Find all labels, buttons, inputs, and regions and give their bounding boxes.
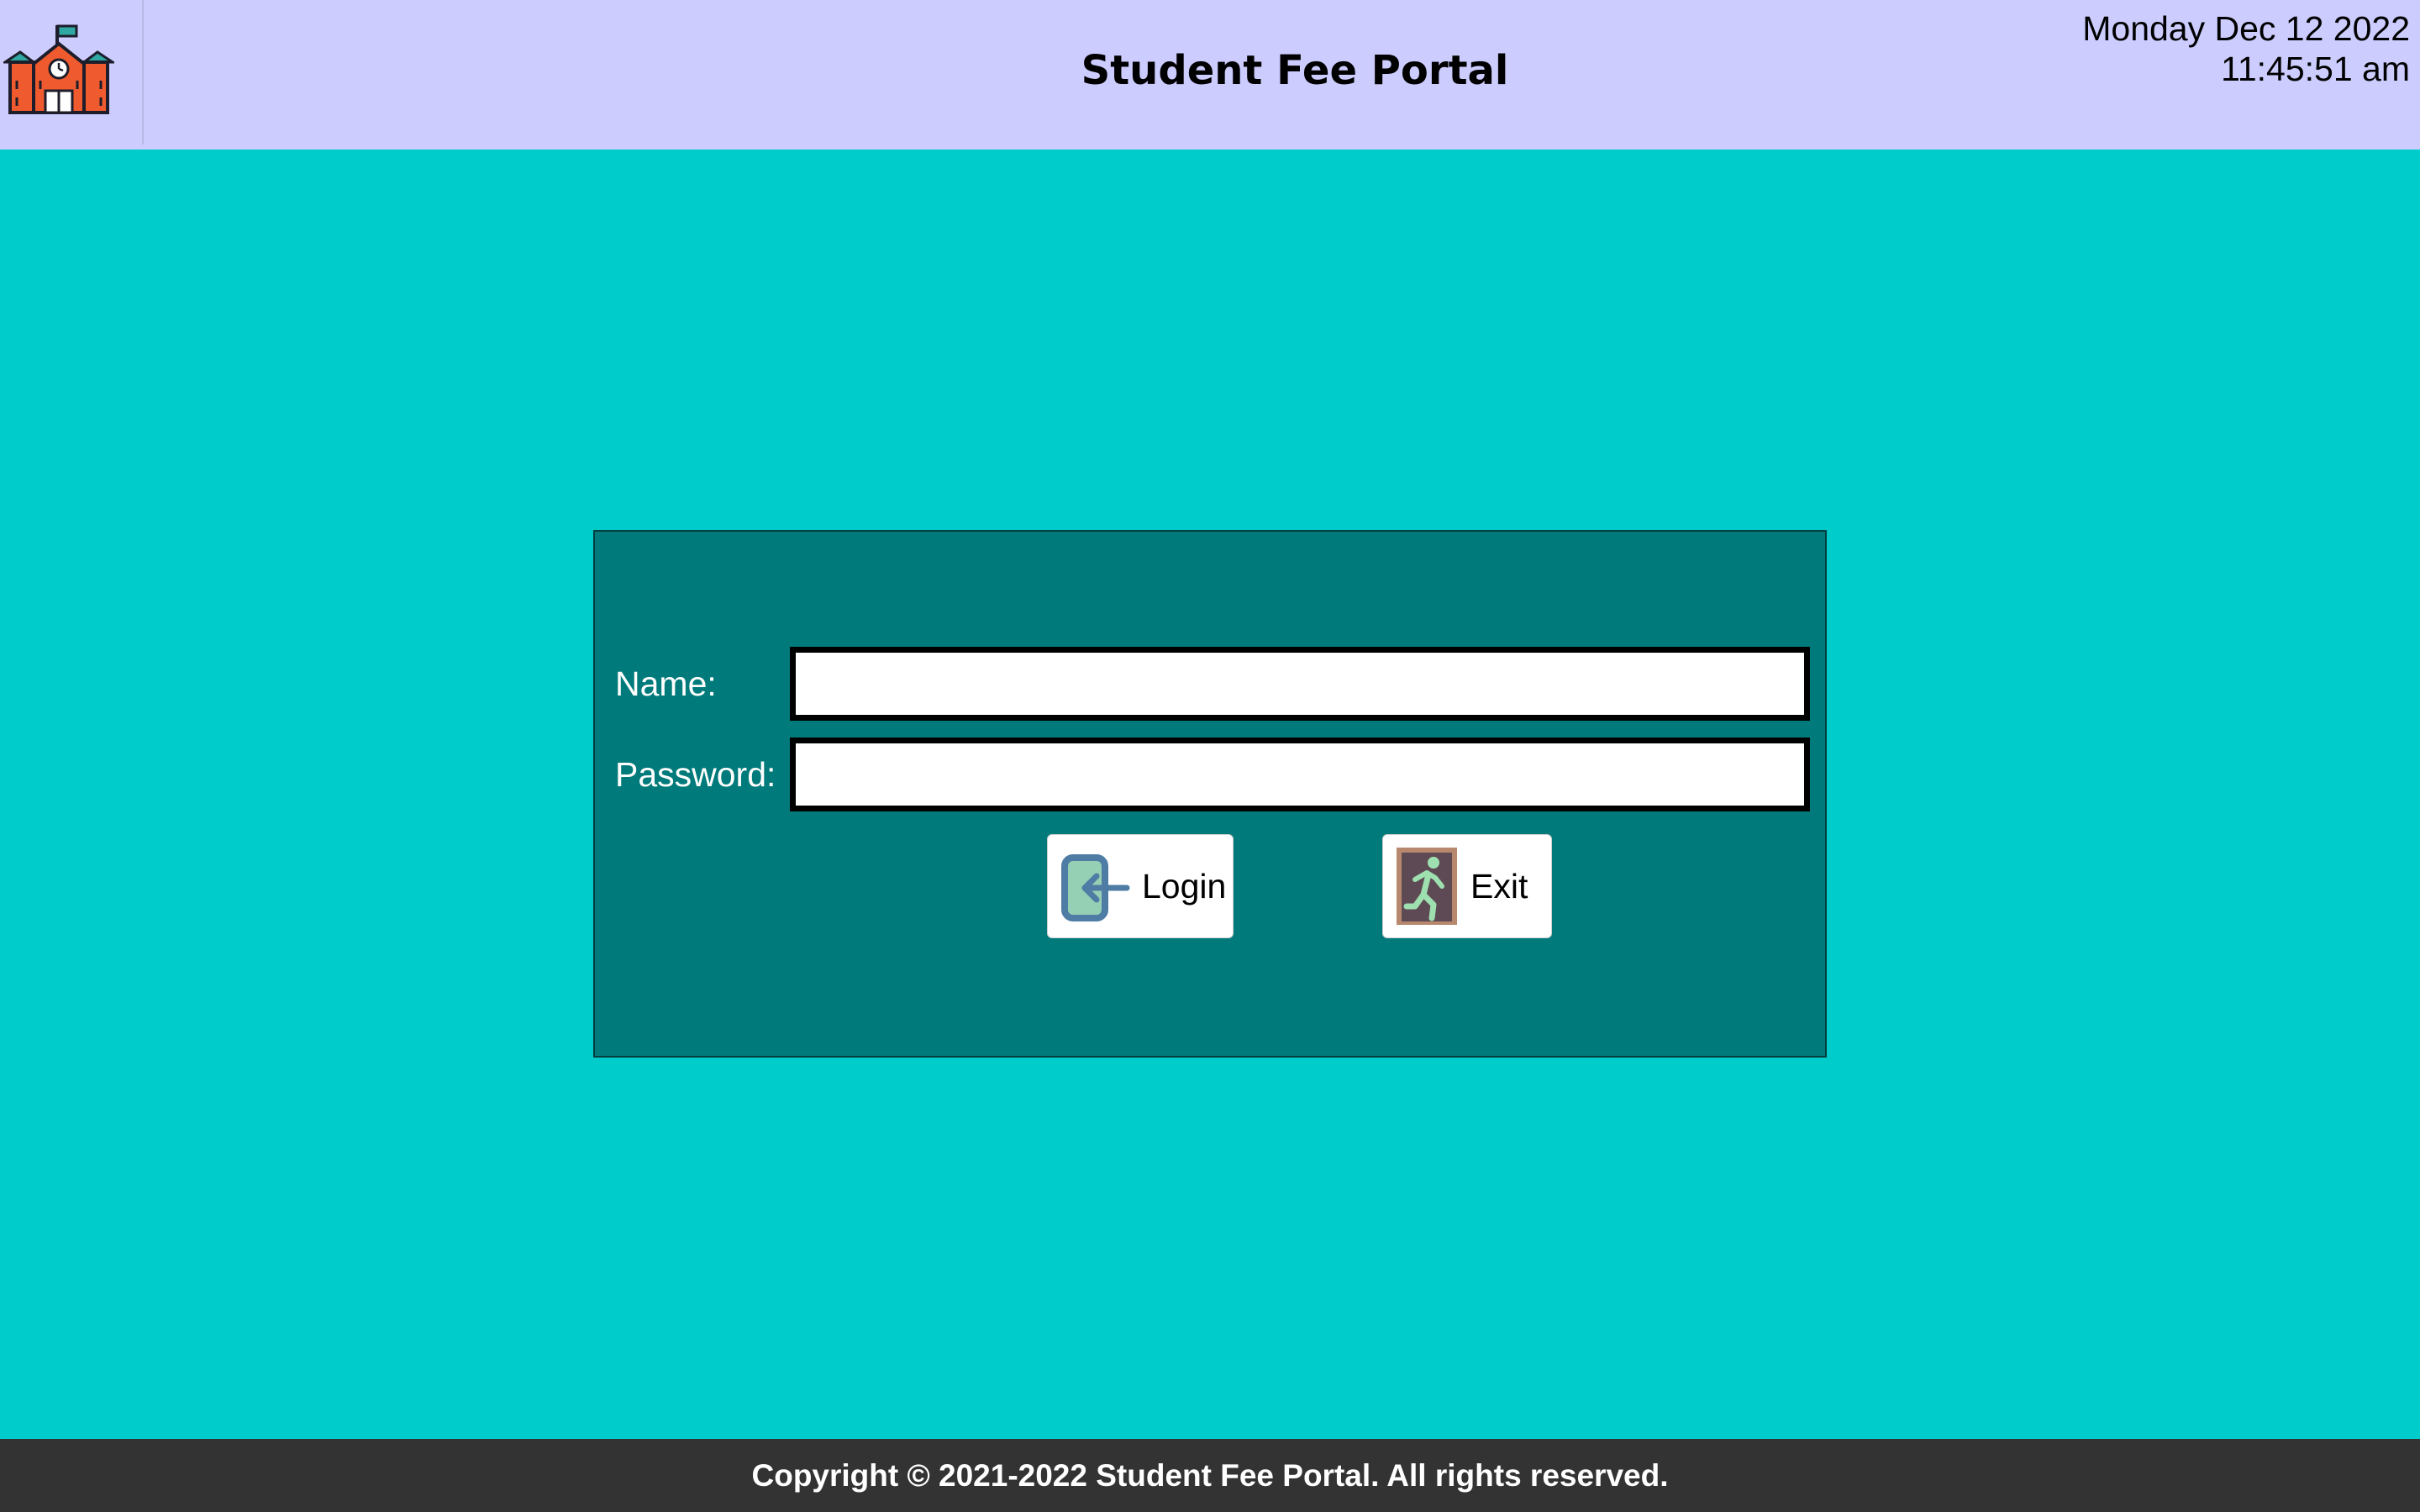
exit-button-label: Exit xyxy=(1470,866,1528,906)
name-label: Name: xyxy=(615,664,717,703)
app-header: Student Fee Portal Monday Dec 12 2022 11… xyxy=(0,0,2420,150)
current-time: 11:45:51 am xyxy=(2221,50,2410,88)
current-date: Monday Dec 12 2022 xyxy=(2082,9,2410,48)
password-label: Password: xyxy=(615,755,776,794)
page-title: Student Fee Portal xyxy=(1081,47,1509,94)
emergency-exit-icon xyxy=(1395,846,1459,927)
footer: Copyright © 2021-2022 Student Fee Portal… xyxy=(0,1439,2420,1512)
password-input[interactable] xyxy=(790,738,1810,811)
login-button[interactable]: Login xyxy=(1047,834,1234,938)
login-door-arrow-icon xyxy=(1060,851,1130,921)
datetime-display: Monday Dec 12 2022 11:45:51 am xyxy=(2082,8,2410,89)
copyright-text: Copyright © 2021-2022 Student Fee Portal… xyxy=(751,1457,1669,1493)
name-input[interactable] xyxy=(790,647,1810,721)
login-panel: Name: Password: Login Exit xyxy=(593,530,1827,1058)
exit-button[interactable]: Exit xyxy=(1382,834,1552,938)
login-button-label: Login xyxy=(1142,866,1227,906)
